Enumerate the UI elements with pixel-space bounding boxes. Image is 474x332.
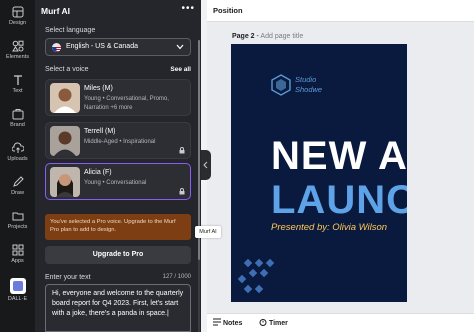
decor-diamond xyxy=(265,258,275,268)
avatar xyxy=(50,83,80,113)
editor-topbar: Position xyxy=(207,0,474,22)
left-rail: Design Elements Text Brand Uploads Draw … xyxy=(0,0,35,332)
rail-design[interactable]: Design xyxy=(0,6,35,26)
page-title: Page 2 - Add page title xyxy=(232,33,303,40)
voice-card-terrell[interactable]: Terrell (M) Middle-Aged • Inspirational xyxy=(45,122,191,159)
timer-button[interactable]: Timer xyxy=(259,318,288,327)
rail-label: Apps xyxy=(11,258,24,264)
rail-label: Elements xyxy=(6,54,29,60)
timer-label: Timer xyxy=(268,320,288,327)
upgrade-to-pro-button[interactable]: Upgrade to Pro xyxy=(45,246,191,264)
voice-description: Middle-Aged • Inspirational xyxy=(84,139,156,145)
slide-logo-text: Studio Shodwe xyxy=(295,75,322,95)
decor-diamond xyxy=(243,284,253,294)
rail-projects[interactable]: Projects xyxy=(0,210,35,230)
rail-elements[interactable]: Elements xyxy=(0,40,35,60)
rail-dalle[interactable]: DALL·E xyxy=(0,278,35,302)
enter-text-label: Enter your text xyxy=(45,274,91,281)
rail-label: Design xyxy=(8,20,27,26)
voice-name: Miles (M) xyxy=(84,85,113,92)
slide-canvas[interactable]: Studio Shodwe NEW AF LAUNC Presented by:… xyxy=(231,44,407,302)
char-count: 127 / 1000 xyxy=(162,274,191,280)
slide-presenter: Presented by: Olivia Wilson xyxy=(271,222,388,233)
rail-label: Projects xyxy=(7,224,28,230)
rail-draw[interactable]: Draw xyxy=(0,176,35,196)
lock-icon xyxy=(179,188,185,195)
timer-icon xyxy=(259,319,267,326)
dalle-icon xyxy=(9,278,26,294)
decor-diamond xyxy=(254,284,264,294)
voice-name: Terrell (M) xyxy=(84,128,116,135)
slide-headline-line2: LAUNC xyxy=(271,178,407,222)
rail-label: Brand xyxy=(10,122,25,128)
avatar xyxy=(50,167,80,197)
design-icon xyxy=(12,6,23,18)
decor-diamond xyxy=(248,268,258,278)
see-all-link[interactable]: See all xyxy=(170,66,191,73)
decor-diamond xyxy=(237,274,247,284)
voice-description: Young • Conversational xyxy=(84,180,147,186)
language-select[interactable]: English - US & Canada xyxy=(45,38,191,56)
rail-text[interactable]: Text xyxy=(0,74,35,94)
rail-apps[interactable]: Apps xyxy=(0,244,35,264)
decor-diamond xyxy=(254,258,264,268)
logo-line2: Shodwe xyxy=(295,85,323,94)
script-text-input[interactable]: Hi, everyone and welcome to the quarterl… xyxy=(45,284,191,332)
chevron-left-icon xyxy=(203,161,208,169)
decor-diamond xyxy=(259,268,269,278)
avatar xyxy=(50,126,80,156)
rail-label: Text xyxy=(12,88,23,94)
rail-uploads[interactable]: Uploads xyxy=(0,142,35,162)
lock-icon xyxy=(179,147,185,154)
select-language-label: Select language xyxy=(45,27,96,34)
notes-label: Notes xyxy=(222,320,243,327)
studio-logo-icon xyxy=(271,74,291,96)
voice-name: Alicia (F) xyxy=(84,169,112,176)
rail-brand[interactable]: Brand xyxy=(0,108,35,128)
page-title-input[interactable]: Add page title xyxy=(260,33,303,40)
tooltip: Murf AI xyxy=(195,226,221,238)
draw-icon xyxy=(12,176,24,187)
text-icon xyxy=(13,75,22,85)
us-flag-icon xyxy=(52,43,61,52)
projects-icon xyxy=(12,212,23,221)
pro-voice-warning: You've selected a Pro voice. Upgrade to … xyxy=(45,214,191,240)
uploads-icon xyxy=(11,142,24,153)
apps-icon xyxy=(12,244,23,256)
decor-diamond xyxy=(243,258,253,268)
more-options-icon[interactable]: ••• xyxy=(181,3,195,14)
voice-card-miles[interactable]: Miles (M) Young • Conversational, Promo,… xyxy=(45,79,191,116)
slide-headline-line1: NEW AF xyxy=(271,134,407,178)
select-voice-label: Select a voice xyxy=(45,66,89,73)
brand-icon xyxy=(12,109,23,120)
language-value: English - US & Canada xyxy=(66,43,138,50)
notes-button[interactable]: Notes xyxy=(213,318,242,327)
rail-label: Draw xyxy=(11,190,24,196)
panel-title: Murf AI xyxy=(41,6,70,16)
page-label: Page 2 xyxy=(232,33,255,40)
logo-line1: Studio xyxy=(295,75,317,84)
murf-panel: Murf AI ••• Select language English - US… xyxy=(35,0,201,332)
voice-card-alicia[interactable]: Alicia (F) Young • Conversational xyxy=(45,163,191,200)
collapse-panel-handle[interactable] xyxy=(201,150,211,180)
notes-icon xyxy=(213,318,221,326)
chevron-down-icon xyxy=(176,44,184,50)
editor-bottombar: Notes Timer xyxy=(207,313,474,332)
voice-description: Young • Conversational, Promo, Narration… xyxy=(84,96,169,111)
elements-icon xyxy=(11,40,23,52)
rail-label: DALL·E xyxy=(7,296,28,302)
rail-label: Uploads xyxy=(7,156,28,162)
position-button[interactable]: Position xyxy=(213,6,243,15)
